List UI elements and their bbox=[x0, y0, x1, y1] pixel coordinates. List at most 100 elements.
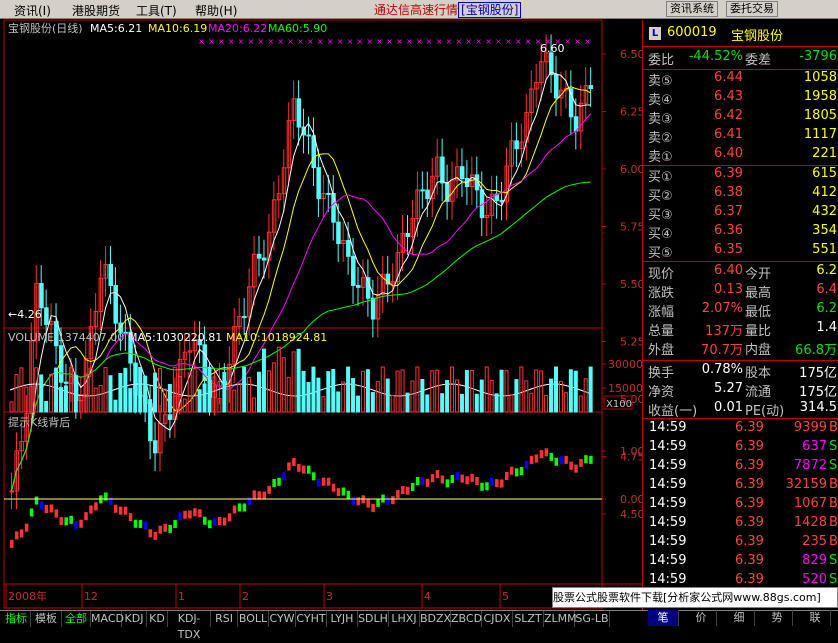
row-label: 买② bbox=[648, 189, 673, 204]
row-value: 6.42 bbox=[714, 108, 743, 123]
bid-row[interactable]: 买③ 6.37 432 bbox=[643, 204, 838, 224]
ask-row[interactable]: 卖⑤ 6.44 1058 bbox=[643, 70, 838, 90]
tick-price: 6.39 bbox=[735, 534, 764, 549]
svg-text:×: × bbox=[465, 37, 472, 46]
ma10-line bbox=[11, 86, 591, 492]
tab-macd[interactable]: MACD bbox=[91, 611, 124, 627]
quote-tab[interactable]: 联 bbox=[800, 610, 831, 626]
tick-time: 14:59 bbox=[649, 572, 687, 587]
quote-tab[interactable]: 笔 bbox=[648, 610, 679, 626]
bid-row[interactable]: 买⑤ 6.35 551 bbox=[643, 242, 838, 262]
weibi-label: 委比 bbox=[648, 53, 675, 68]
ma20-label: MA20:6.22 bbox=[208, 22, 267, 35]
row-value-2: 1117 bbox=[803, 127, 837, 142]
stat2-row[interactable]: 换手 0.78% 股本 175亿 bbox=[643, 362, 838, 382]
svg-text:×: × bbox=[426, 37, 433, 46]
stat2-row[interactable]: 收益(一) 0.01 PE(动) 314.5 bbox=[643, 400, 838, 420]
tick-flag: S bbox=[829, 572, 838, 587]
menu-item-help[interactable]: 帮助(H) bbox=[195, 2, 237, 19]
tab-kd[interactable]: KD bbox=[147, 611, 168, 627]
tab-bdzx[interactable]: BDZX bbox=[420, 611, 451, 627]
quote-tab[interactable]: 势 bbox=[762, 610, 793, 626]
bid-row[interactable]: 买④ 6.36 354 bbox=[643, 223, 838, 243]
weicha-value: -3796 bbox=[799, 49, 837, 64]
tab-kdj-tdx[interactable]: KDJ-TDX bbox=[168, 611, 211, 641]
tab-lyjh[interactable]: LYJH bbox=[327, 611, 358, 627]
tab-cyw[interactable]: CYW bbox=[269, 611, 296, 627]
tab-zbcd[interactable]: ZBCD bbox=[451, 611, 482, 627]
stat-row[interactable]: 涨跌 0.13 最高 6.4 bbox=[643, 282, 838, 302]
tick-row: 14:59 6.39 235 B bbox=[643, 534, 838, 554]
tab-sdlh[interactable]: SDLH bbox=[358, 611, 389, 627]
menu-item-info[interactable]: 资讯(I) bbox=[14, 2, 51, 19]
ask-row[interactable]: 卖④ 6.43 1958 bbox=[643, 89, 838, 109]
trade-button[interactable]: 委托交易 bbox=[726, 1, 778, 17]
tab-全部[interactable]: 全部 bbox=[62, 611, 91, 627]
bid-row[interactable]: 买② 6.38 412 bbox=[643, 185, 838, 205]
tick-flag: S bbox=[829, 553, 838, 568]
quote-tab[interactable]: 细 bbox=[724, 610, 755, 626]
tick-price: 6.39 bbox=[735, 496, 764, 511]
stat-row[interactable]: 涨幅 2.07% 最低 6.2 bbox=[643, 301, 838, 321]
tick-volume: 235 bbox=[802, 534, 827, 549]
tick-row: 14:59 6.39 637 S bbox=[643, 439, 838, 459]
tab-cyht[interactable]: CYHT bbox=[296, 611, 327, 627]
stat2-row[interactable]: 净资 5.27 流通 175亿 bbox=[643, 381, 838, 401]
info-system-button[interactable]: 资讯系统 bbox=[666, 1, 718, 17]
tab-模板[interactable]: 模板 bbox=[31, 611, 62, 627]
row-label: 买① bbox=[648, 170, 673, 185]
tab-rsi[interactable]: RSI bbox=[211, 611, 238, 627]
tab-kdj[interactable]: KDJ bbox=[122, 611, 147, 627]
ask-row[interactable]: 卖② 6.41 1117 bbox=[643, 127, 838, 147]
tab-boll[interactable]: BOLL bbox=[238, 611, 269, 627]
volume-ma10-label: MA10:1018924.81 bbox=[226, 331, 327, 344]
tick-row: 14:59 6.39 32159 B bbox=[643, 477, 838, 497]
price-tick-label: 4.50 bbox=[620, 508, 642, 521]
bid-row[interactable]: 买① 6.39 615 bbox=[643, 166, 838, 186]
ask-row[interactable]: 卖③ 6.42 1805 bbox=[643, 108, 838, 128]
svg-text:×: × bbox=[337, 37, 344, 46]
row-value-2: 432 bbox=[812, 204, 837, 219]
tick-time: 14:59 bbox=[649, 496, 687, 511]
menu-bar: 资讯(I) 港股期货 工具(T) 帮助(H) 通达信高速行情 [宝钢股份] 资讯系… bbox=[0, 0, 838, 19]
stat-row[interactable]: 总量 137万 量比 1.4 bbox=[643, 320, 838, 340]
tick-flag: S bbox=[829, 458, 838, 473]
tick-price: 6.39 bbox=[735, 553, 764, 568]
tab-sg-lb[interactable]: SG-LB bbox=[575, 611, 610, 627]
tick-time: 14:59 bbox=[649, 515, 687, 530]
row-label: 卖② bbox=[648, 131, 673, 146]
svg-text:×: × bbox=[564, 37, 571, 46]
svg-text:×: × bbox=[366, 37, 373, 46]
tick-row: 14:59 6.39 829 S bbox=[643, 553, 838, 573]
tick-flag: B bbox=[829, 477, 838, 492]
menu-item-tools[interactable]: 工具(T) bbox=[136, 2, 177, 19]
tab-slzt[interactable]: SLZT bbox=[513, 611, 544, 627]
row-value: 6.40 bbox=[714, 263, 743, 278]
row-value-2: 412 bbox=[812, 185, 837, 200]
date-label: 4 bbox=[424, 590, 431, 603]
menu-item-hk-futures[interactable]: 港股期货 bbox=[72, 2, 120, 19]
stat-row[interactable]: 外盘 70.7万 内盘 66.8万 bbox=[643, 339, 838, 359]
row-label-2: 今开 bbox=[745, 267, 772, 282]
row-value-2: 221 bbox=[812, 146, 837, 161]
ask-row[interactable]: 卖① 6.40 221 bbox=[643, 146, 838, 166]
tab-lhxj[interactable]: LHXJ bbox=[389, 611, 420, 627]
svg-text:×: × bbox=[406, 37, 413, 46]
tick-time: 14:59 bbox=[649, 439, 687, 454]
tab-指标[interactable]: 指标 bbox=[2, 611, 31, 627]
row-label: 涨跌 bbox=[648, 286, 675, 301]
stat-row[interactable]: 现价 6.40 今开 6.2 bbox=[643, 263, 838, 283]
weibi-value: -44.52% bbox=[688, 49, 743, 64]
svg-text:×: × bbox=[446, 37, 453, 46]
date-label: 2 bbox=[242, 590, 249, 603]
tab-cjdx[interactable]: CJDX bbox=[482, 611, 513, 627]
row-label-2: 流通 bbox=[745, 385, 772, 400]
row-label: 买③ bbox=[648, 208, 673, 223]
row-value: 6.35 bbox=[714, 242, 743, 257]
svg-text:×: × bbox=[475, 37, 482, 46]
row-value: 6.41 bbox=[714, 127, 743, 142]
quote-tab[interactable]: 价 bbox=[686, 610, 717, 626]
tab-zlmm[interactable]: ZLMM bbox=[544, 611, 577, 627]
tick-volume: 32159 bbox=[785, 477, 827, 492]
chart-area[interactable]: × × × × × × × × × × × × × × × × × × × × × × × × × × × × × × × × × × × × × × × ×… bbox=[0, 18, 642, 610]
